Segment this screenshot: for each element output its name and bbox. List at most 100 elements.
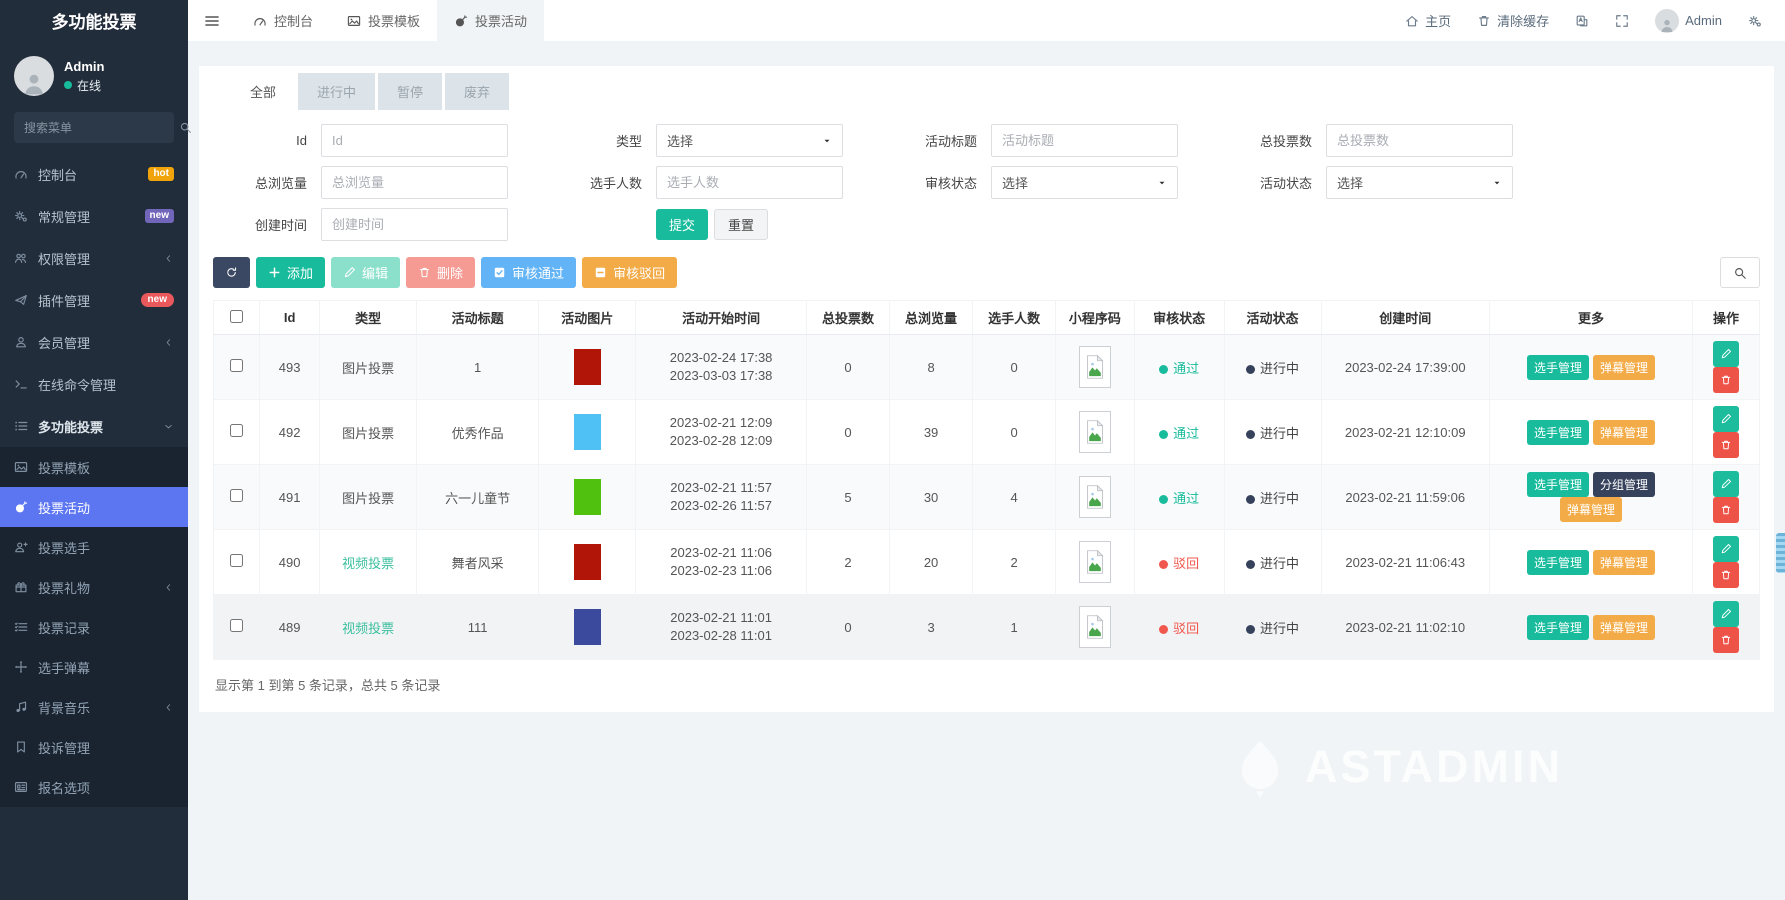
filter-input[interactable] [656, 166, 843, 199]
edit-button[interactable]: 编辑 [331, 257, 401, 288]
danmaku-manage-button[interactable]: 弹幕管理 [1592, 354, 1655, 380]
sidebar-search[interactable] [14, 112, 191, 143]
refresh-button[interactable] [213, 257, 250, 288]
mini-program-qrcode[interactable] [1078, 476, 1111, 518]
filter-input[interactable] [991, 124, 1178, 157]
user-menu[interactable]: Admin [1642, 0, 1735, 41]
sidebar-item-5[interactable]: 会员管理 [0, 321, 188, 363]
row-checkbox[interactable] [230, 489, 244, 502]
activity-thumbnail[interactable] [573, 479, 601, 515]
status-tab-3[interactable]: 暂停 [378, 73, 443, 110]
player-manage-button[interactable]: 选手管理 [1526, 354, 1589, 380]
activity-thumbnail[interactable] [573, 414, 601, 450]
activity-thumbnail[interactable] [573, 609, 601, 645]
row-checkbox[interactable] [230, 424, 244, 437]
add-button[interactable]: 添加 [256, 257, 326, 288]
column-header: 活动标题 [416, 300, 540, 335]
scrollbar-handle[interactable] [1776, 533, 1785, 573]
activity-thumbnail[interactable] [573, 349, 601, 385]
delete-row-button[interactable] [1712, 627, 1739, 653]
status-tab-4[interactable]: 废弃 [445, 73, 510, 110]
trash-icon [1721, 570, 1731, 580]
navbar-tab-2[interactable]: 投票模板 [330, 0, 437, 41]
table-row: 490 视频投票 舞者风采 2023-02-21 11:06 2023-02-23 11… [212, 529, 1761, 595]
table-search-button[interactable] [1720, 257, 1760, 288]
filter-select[interactable]: 选择 [991, 166, 1178, 199]
trash-icon [1721, 375, 1731, 385]
group-manage-button[interactable]: 分组管理 [1592, 472, 1655, 497]
language-switch-button[interactable] [1562, 0, 1602, 41]
player-manage-button[interactable]: 选手管理 [1526, 472, 1589, 497]
mini-program-qrcode[interactable] [1078, 541, 1111, 583]
approve-button[interactable]: 审核通过 [481, 257, 577, 288]
sidebar-subitem-4[interactable]: 投票礼物 [0, 567, 188, 607]
select-all-checkbox[interactable] [230, 309, 244, 323]
edit-row-button[interactable] [1712, 406, 1739, 432]
filter-input[interactable] [1326, 124, 1513, 157]
filter-input[interactable] [321, 208, 508, 241]
clear-cache-link[interactable]: 清除缓存 [1464, 0, 1562, 41]
sidebar-item-3[interactable]: 权限管理 [0, 237, 188, 279]
edit-row-button[interactable] [1712, 471, 1739, 497]
mini-program-qrcode[interactable] [1078, 606, 1111, 648]
sidebar-subitem-6[interactable]: 选手弹幕 [0, 647, 188, 687]
gauge-icon [15, 171, 27, 179]
row-checkbox[interactable] [230, 619, 244, 632]
sidebar-subitem-8[interactable]: 投诉管理 [0, 727, 188, 767]
row-checkbox[interactable] [230, 359, 244, 372]
user-name: Admin [64, 58, 105, 74]
filter-select[interactable]: 选择 [1326, 166, 1513, 199]
menu-toggle-button[interactable] [188, 0, 236, 41]
sidebar-subitem-7[interactable]: 背景音乐 [0, 687, 188, 727]
user-icon [16, 337, 26, 348]
sidebar-item-6[interactable]: 在线命令管理 [0, 363, 188, 405]
reset-button[interactable]: 重置 [714, 209, 769, 240]
mini-program-qrcode[interactable] [1078, 411, 1111, 453]
row-checkbox[interactable] [230, 554, 244, 567]
menu-item-label: 投票模板 [38, 460, 91, 476]
filter-input[interactable] [321, 166, 508, 199]
edit-row-button[interactable] [1712, 341, 1739, 367]
menu-search-input[interactable] [24, 120, 179, 135]
fullscreen-button[interactable] [1602, 0, 1642, 41]
danmaku-manage-button[interactable]: 弹幕管理 [1592, 549, 1655, 575]
delete-row-button[interactable] [1712, 367, 1739, 393]
sidebar-item-1[interactable]: 控制台 hot [0, 153, 188, 195]
danmaku-manage-button[interactable]: 弹幕管理 [1592, 419, 1655, 445]
danmaku-manage-button[interactable]: 弹幕管理 [1559, 497, 1622, 522]
filter-input[interactable] [321, 124, 508, 157]
submit-button[interactable]: 提交 [656, 209, 709, 240]
edit-row-button[interactable] [1712, 601, 1739, 627]
settings-button[interactable] [1735, 0, 1775, 41]
danmaku-manage-button[interactable]: 弹幕管理 [1592, 614, 1655, 640]
navbar-tab-3[interactable]: 投票活动 [437, 0, 545, 41]
home-link[interactable]: 主页 [1392, 0, 1464, 41]
gears-icon [15, 210, 27, 222]
delete-row-button[interactable] [1712, 497, 1739, 523]
sidebar-subitem-5[interactable]: 投票记录 [0, 607, 188, 647]
sidebar-item-2[interactable]: 常规管理 new [0, 195, 188, 237]
sidebar-subitem-3[interactable]: 投票选手 [0, 527, 188, 567]
status-tab-2[interactable]: 进行中 [298, 73, 376, 110]
activity-thumbnail[interactable] [573, 544, 601, 580]
delete-row-button[interactable] [1712, 432, 1739, 458]
reject-button[interactable]: 审核驳回 [582, 257, 678, 288]
menu-item-label: 会员管理 [38, 335, 91, 351]
player-manage-button[interactable]: 选手管理 [1526, 419, 1589, 445]
delete-button[interactable]: 删除 [406, 257, 476, 288]
edit-row-button[interactable] [1712, 536, 1739, 562]
filter-select[interactable]: 选择 [656, 124, 843, 157]
delete-row-button[interactable] [1712, 562, 1739, 588]
sidebar-item-4[interactable]: 插件管理 new [0, 279, 188, 321]
mini-program-qrcode[interactable] [1078, 346, 1111, 388]
sidebar-subitem-9[interactable]: 报名选项 [0, 767, 188, 807]
sidebar-subitem-1[interactable]: 投票模板 [0, 447, 188, 487]
player-manage-button[interactable]: 选手管理 [1526, 614, 1589, 640]
status-tab-1[interactable]: 全部 [231, 73, 296, 110]
navbar-tab-1[interactable]: 控制台 [236, 0, 330, 41]
player-manage-button[interactable]: 选手管理 [1526, 549, 1589, 575]
user-panel[interactable]: Admin 在线 [0, 46, 188, 108]
cell-views: 20 [889, 529, 974, 595]
sidebar-subitem-2[interactable]: 投票活动 [0, 487, 188, 527]
sidebar-item-7[interactable]: 多功能投票 [0, 405, 188, 447]
